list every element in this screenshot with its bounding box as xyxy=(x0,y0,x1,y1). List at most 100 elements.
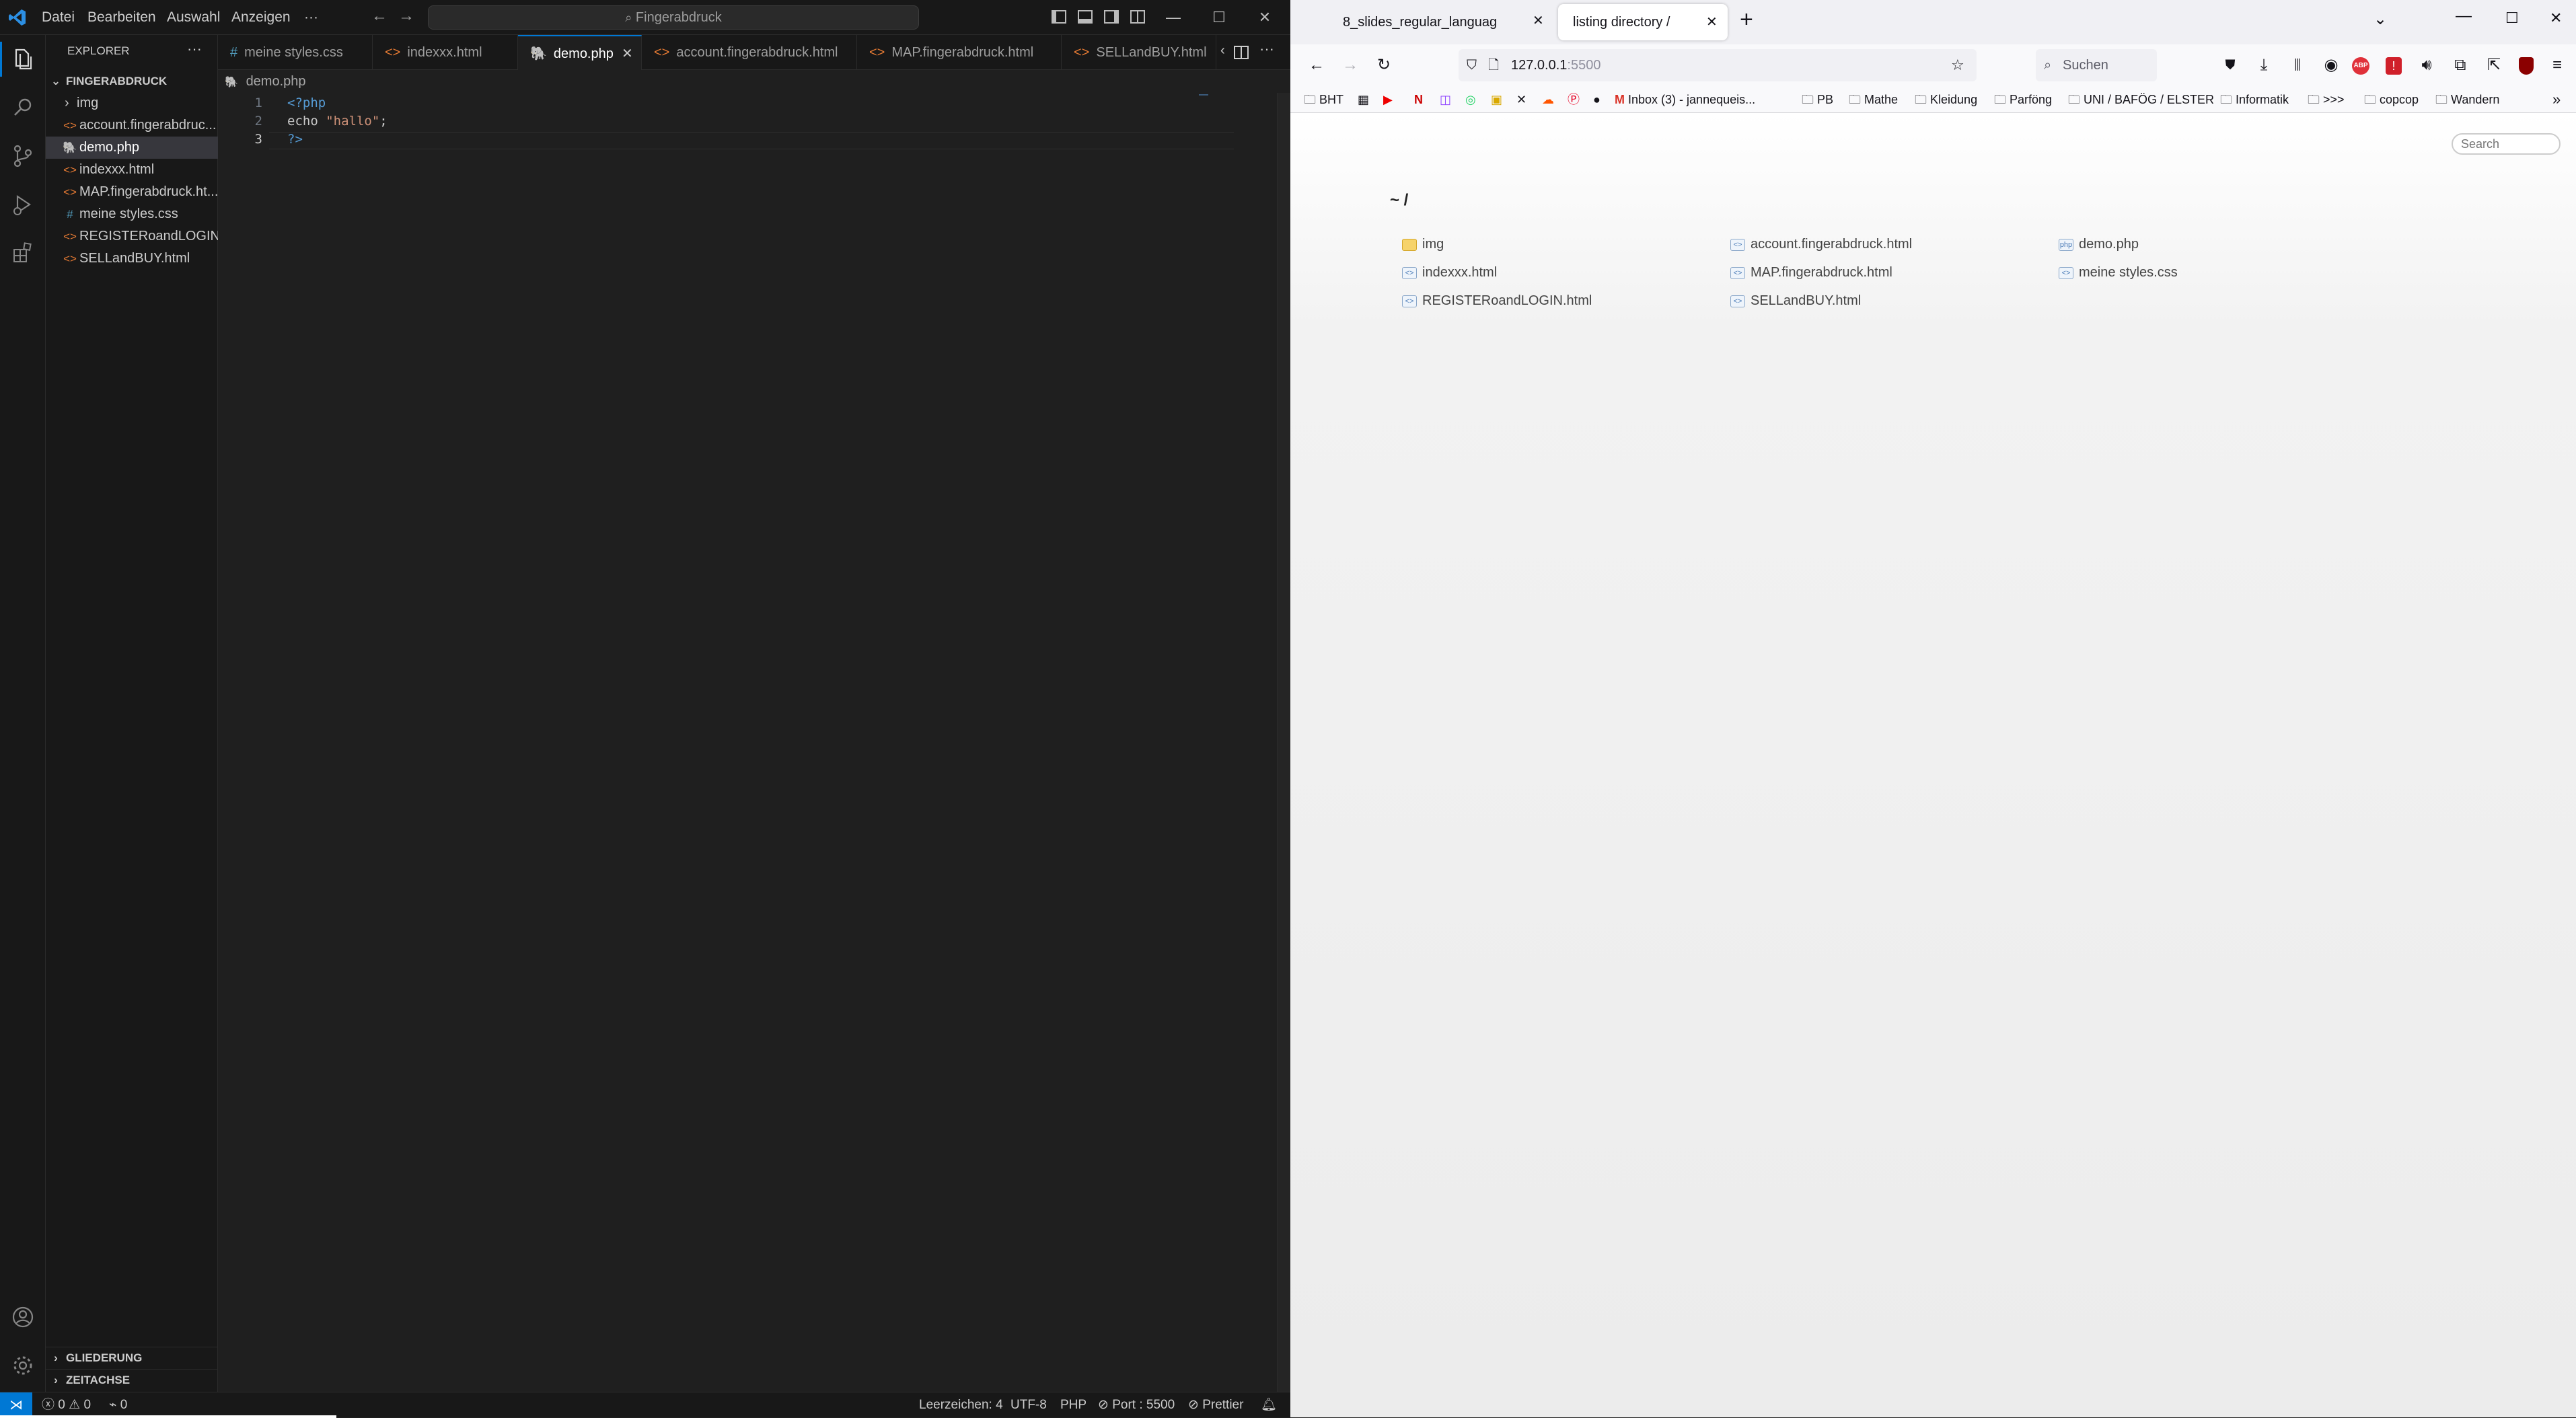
close-window-icon[interactable]: ✕ xyxy=(1242,0,1288,35)
tab-indexxx-html[interactable]: <> indexxx.html xyxy=(373,35,518,70)
url-bar[interactable]: ⛉ 🗋︎ 127.0.0.1:5500 ☆ xyxy=(1459,49,1977,81)
command-center[interactable]: ⌕ Fingerabdruck xyxy=(428,5,919,30)
maximize-icon[interactable]: ☐ xyxy=(2505,9,2519,27)
bookmark-calendar-icon[interactable]: ▦ xyxy=(1358,86,1369,113)
bookmark-folder-bht[interactable]: 🗀︎ BHT xyxy=(1304,86,1344,113)
directory-item-img[interactable]: img xyxy=(1402,234,1444,254)
ublock-origin-icon[interactable] xyxy=(2519,57,2534,75)
tree-item-map-html[interactable]: <> MAP.fingerabdruck.ht... xyxy=(46,181,218,203)
menu-datei[interactable]: Datei xyxy=(42,0,75,35)
bookmark-folder-pb[interactable]: 🗀︎ PB xyxy=(1802,86,1833,113)
twitch-icon[interactable]: ◫ xyxy=(1440,86,1451,113)
extensions-icon[interactable] xyxy=(9,239,36,266)
pocket-icon[interactable]: ⛊ xyxy=(2217,52,2243,78)
bookmark-folder-parfong[interactable]: 🗀︎ Parföng xyxy=(1994,86,2052,113)
customize-layout-icon[interactable] xyxy=(1130,10,1145,24)
maximize-icon[interactable]: ☐ xyxy=(1196,0,1242,35)
list-all-tabs-icon[interactable]: ⌄ xyxy=(2373,9,2387,29)
tab-close-icon[interactable]: ✕ xyxy=(622,36,633,70)
tree-item-sellandbuy-html[interactable]: <> SELLandBUY.html xyxy=(46,248,218,270)
bookmark-folder-kleidung[interactable]: 🗀︎ Kleidung xyxy=(1915,86,1977,113)
bookmark-folder-wandern[interactable]: 🗀︎ Wandern xyxy=(2435,86,2499,113)
library-icon[interactable]: ⫼ xyxy=(2285,52,2310,78)
netflix-icon[interactable]: N xyxy=(1414,86,1423,113)
close-window-icon[interactable]: ✕ xyxy=(2550,9,2562,27)
page-info-icon[interactable]: 🗋︎ xyxy=(1488,49,1499,81)
editor-more-icon[interactable]: ··· xyxy=(1259,40,1274,58)
bookmark-icon[interactable]: ▣ xyxy=(1491,86,1502,113)
directory-item-styles-css[interactable]: <> meine styles.css xyxy=(2059,262,2178,283)
encoding-status[interactable]: UTF-8 xyxy=(1010,1392,1047,1418)
editor-scrollbar[interactable] xyxy=(1277,93,1290,1392)
directory-item-map-html[interactable]: <> MAP.fingerabdruck.html xyxy=(1730,262,1892,283)
menu-more[interactable]: ··· xyxy=(304,0,318,35)
menu-bearbeiten[interactable]: Bearbeiten xyxy=(87,0,156,35)
forward-icon[interactable]: → xyxy=(1337,52,1363,78)
tree-item-indexxx-html[interactable]: <> indexxx.html xyxy=(46,159,218,181)
section-zeitachse[interactable]: › ZEITACHSE xyxy=(46,1369,218,1391)
menu-auswahl[interactable]: Auswahl xyxy=(167,0,220,35)
tracking-shield-icon[interactable]: ⛉ xyxy=(1467,49,1477,81)
directory-search-input[interactable] xyxy=(2452,133,2561,155)
bookmark-folder-mathe[interactable]: 🗀︎ Mathe xyxy=(1849,86,1898,113)
notifications-bell-icon[interactable]: 🔔︎ xyxy=(1261,1392,1277,1418)
back-icon[interactable]: ← xyxy=(1304,52,1329,78)
tab-meine-styles-css[interactable]: # meine styles.css xyxy=(218,35,373,70)
x-twitter-icon[interactable]: ✕ xyxy=(1516,86,1526,113)
directory-item-account-html[interactable]: <> account.fingerabdruck.html xyxy=(1730,234,1912,254)
tree-item-demo-php[interactable]: 🐘 demo.php xyxy=(46,137,218,159)
bookmark-star-icon[interactable]: ☆ xyxy=(1951,49,1964,81)
bookmark-folder-more[interactable]: 🗀︎ >>> xyxy=(2308,86,2345,113)
run-debug-icon[interactable] xyxy=(9,191,36,218)
directory-item-sellandbuy-html[interactable]: <> SELLandBUY.html xyxy=(1730,291,1861,311)
tree-item-register-html[interactable]: <>REGISTERoandLOGIN.... xyxy=(46,225,218,248)
minimap[interactable] xyxy=(1196,93,1281,1392)
tabs-scroll-left-icon[interactable]: ‹ xyxy=(1220,43,1225,59)
adblock-plus-icon[interactable]: ABP xyxy=(2352,57,2369,75)
language-mode-status[interactable]: PHP xyxy=(1060,1392,1087,1418)
settings-gear-icon[interactable] xyxy=(9,1352,36,1379)
problems-indicator[interactable]: ⓧ 0 ⚠ 0 xyxy=(42,1392,91,1418)
tab-sellandbuy-html[interactable]: <> SELLandBUY.html xyxy=(1062,35,1216,70)
hamburger-menu-icon[interactable]: ≡ xyxy=(2544,52,2570,78)
ports-indicator[interactable]: ⌁ 0 xyxy=(109,1392,127,1418)
close-tab-icon[interactable]: ✕ xyxy=(1706,4,1718,40)
nav-forward-icon[interactable]: → xyxy=(398,7,414,26)
bookmark-folder-uni[interactable]: 🗀︎ UNI / BAFÖG / ELSTER xyxy=(2068,86,2214,113)
downloads-icon[interactable]: ⤓ xyxy=(2251,52,2277,78)
soundcloud-icon[interactable]: ☁ xyxy=(1542,86,1554,113)
bookmarks-overflow-icon[interactable]: » xyxy=(2552,86,2561,113)
directory-item-demo-php[interactable]: php demo.php xyxy=(2059,234,2139,254)
menu-anzeigen[interactable]: Anzeigen xyxy=(231,0,291,35)
minimize-icon[interactable]: — xyxy=(2456,7,2472,26)
bookmark-folder-informatik[interactable]: 🗀︎ Informatik xyxy=(2220,86,2289,113)
explorer-files-icon[interactable] xyxy=(9,46,36,73)
share-icon[interactable]: ⇱ xyxy=(2481,52,2507,78)
youtube-icon[interactable]: ▶ xyxy=(1383,86,1393,113)
whatsapp-icon[interactable]: ◎ xyxy=(1465,86,1476,113)
extensions-puzzle-icon[interactable]: ⧉ xyxy=(2448,52,2473,78)
tab-demo-php[interactable]: 🐘 demo.php ✕ xyxy=(518,35,642,70)
account-icon[interactable]: ◉ xyxy=(2318,52,2344,78)
explorer-folder-header[interactable]: ⌄ FINGERABDRUCK xyxy=(46,70,218,92)
browser-tab-listing[interactable]: listing directory / ✕ xyxy=(1558,4,1728,40)
accounts-icon[interactable] xyxy=(9,1304,36,1331)
remote-indicator-icon[interactable]: ⋊ xyxy=(0,1392,32,1418)
apple-icon[interactable]: ● xyxy=(1593,86,1600,113)
tree-item-account-html[interactable]: <> account.fingerabdruc... xyxy=(46,114,218,137)
browser-tab-pdf[interactable]: 8_slides_regular_language_2.pdf xyxy=(1328,4,1496,40)
toggle-primary-sidebar-icon[interactable] xyxy=(1052,10,1066,24)
bookmark-gmail[interactable]: M Inbox (3) - jannequeis... xyxy=(1615,86,1755,113)
minimize-icon[interactable]: — xyxy=(1150,0,1196,35)
audio-icon[interactable]: 🔊︎ xyxy=(2414,52,2439,78)
directory-item-register-html[interactable]: <> REGISTERoandLOGIN.html xyxy=(1402,291,1592,311)
extension-exclamation-icon[interactable]: ! xyxy=(2386,57,2402,75)
new-tab-icon[interactable]: + xyxy=(1740,7,1753,33)
reload-icon[interactable]: ↻ xyxy=(1371,52,1397,78)
nav-back-icon[interactable]: ← xyxy=(371,7,388,26)
tab-account-html[interactable]: <> account.fingerabdruck.html xyxy=(642,35,857,70)
code-editor[interactable]: 1 2 3 <?php echo "hallo"; ?> xyxy=(218,93,1290,1392)
pinterest-icon[interactable]: Ⓟ xyxy=(1568,86,1580,113)
section-gliederung[interactable]: › GLIEDERUNG xyxy=(46,1347,218,1369)
directory-item-indexxx-html[interactable]: <> indexxx.html xyxy=(1402,262,1497,283)
